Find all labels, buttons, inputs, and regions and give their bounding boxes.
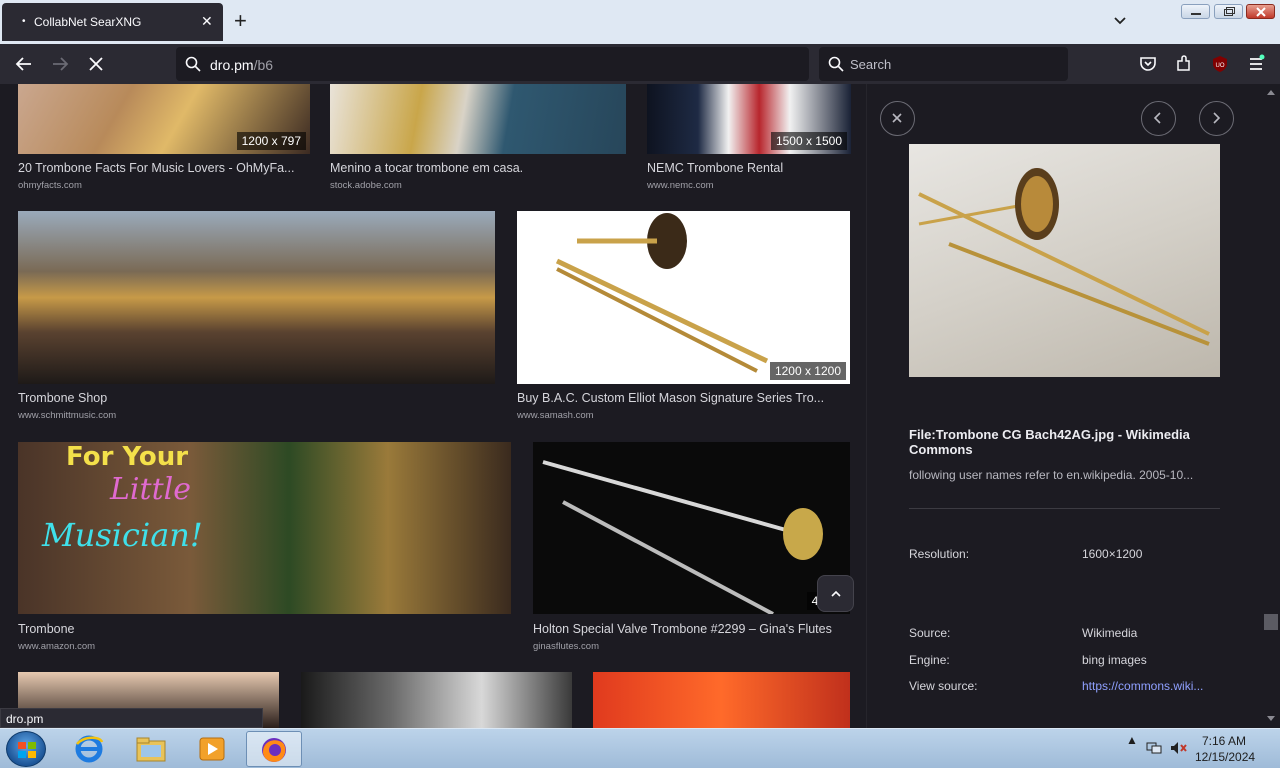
- search-icon: [828, 56, 844, 72]
- address-bar[interactable]: dro.pm/b6: [176, 47, 809, 81]
- search-input[interactable]: Search: [819, 47, 1068, 81]
- trombone-illustration: [918, 168, 1210, 346]
- back-arrow-icon[interactable]: [14, 54, 34, 74]
- taskbar: ▲ 7:16 AM 12/15/2024: [0, 728, 1280, 768]
- view-source-link[interactable]: https://commons.wiki...: [1082, 679, 1203, 693]
- result-thumbnail[interactable]: [301, 672, 572, 728]
- tab-strip: • CollabNet SearXNG ✕ +: [0, 0, 1280, 44]
- windows-logo-icon: [18, 742, 36, 758]
- resolution-badge: 1200 x 797: [236, 132, 306, 150]
- result-source: ohmyfacts.com: [18, 180, 82, 191]
- result-thumbnail[interactable]: 1500 x 1500: [647, 84, 851, 154]
- chevron-right-icon: [1213, 112, 1221, 124]
- view-source-link-wrap: https://commons.wiki...: [1082, 679, 1203, 693]
- source-value: Wikimedia: [1082, 626, 1138, 640]
- new-tab-button[interactable]: +: [234, 9, 247, 33]
- divider: [909, 508, 1220, 509]
- result-thumbnail[interactable]: [18, 211, 495, 384]
- window-close-button[interactable]: [1246, 4, 1275, 19]
- restore-button[interactable]: [1214, 4, 1243, 19]
- stop-loading-icon[interactable]: [86, 54, 106, 74]
- tab-collabnet-searxng[interactable]: • CollabNet SearXNG ✕: [2, 3, 223, 41]
- result-source: www.schmittmusic.com: [18, 410, 117, 421]
- detail-title[interactable]: File:Trombone CG Bach42AG.jpg - Wikimedi…: [909, 427, 1220, 457]
- detail-description: following user names refer to en.wikiped…: [909, 468, 1194, 482]
- source-label: Source:: [909, 626, 951, 640]
- tab-title: CollabNet SearXNG: [34, 15, 142, 29]
- clock-time: 7:16 AM: [1201, 734, 1247, 748]
- search-placeholder: Search: [850, 57, 892, 72]
- result-title[interactable]: Menino a tocar trombone em casa.: [330, 161, 626, 175]
- volume-muted-icon[interactable]: [1170, 741, 1188, 755]
- overlay-line-1: For Your: [66, 442, 189, 472]
- view-source-label: View source:: [909, 679, 978, 693]
- overlay-line-3: Musician!: [42, 516, 203, 554]
- resolution-badge: 1200 x 1200: [769, 362, 846, 380]
- result-thumbnail[interactable]: 1200 x 797: [18, 84, 310, 154]
- app-menu-icon[interactable]: [1246, 54, 1266, 74]
- url-text: dro.pm/b6: [210, 57, 274, 73]
- result-thumbnail[interactable]: For Your Little Musician!: [18, 442, 511, 614]
- back-to-top-button[interactable]: [817, 575, 854, 612]
- overlay-line-2: Little: [110, 472, 191, 507]
- engine-label: Engine:: [909, 653, 950, 667]
- tab-close-icon[interactable]: ✕: [201, 13, 213, 30]
- list-all-tabs-icon[interactable]: [1112, 12, 1128, 28]
- detail-image[interactable]: [909, 144, 1220, 377]
- result-source: ginasflutes.com: [533, 641, 600, 652]
- close-detail-button[interactable]: [880, 101, 915, 136]
- scrollbar-thumb[interactable]: [1264, 614, 1278, 630]
- show-hidden-icons-icon[interactable]: ▲: [1126, 733, 1138, 747]
- link-status-bar: dro.pm: [0, 708, 263, 728]
- loading-dot-icon: •: [22, 16, 26, 27]
- result-source: www.amazon.com: [18, 641, 96, 652]
- firefox-taskbar-icon[interactable]: [246, 731, 302, 767]
- result-thumbnail[interactable]: [593, 672, 850, 728]
- ublock-origin-icon[interactable]: UO: [1210, 54, 1230, 74]
- system-clock[interactable]: 7:16 AM 12/15/2024: [1195, 733, 1256, 765]
- chevron-left-icon: [1153, 112, 1161, 124]
- network-icon[interactable]: [1146, 741, 1162, 755]
- minimize-button[interactable]: [1181, 4, 1210, 19]
- scroll-down-icon[interactable]: [1266, 715, 1276, 723]
- result-thumbnail[interactable]: 1200 x 1200: [517, 211, 850, 384]
- svg-text:UO: UO: [1216, 63, 1225, 69]
- result-title[interactable]: 20 Trombone Facts For Music Lovers - OhM…: [18, 161, 310, 175]
- media-player-taskbar-icon[interactable]: [184, 731, 240, 767]
- result-source: www.samash.com: [517, 410, 594, 421]
- forward-arrow-icon[interactable]: [50, 54, 70, 74]
- result-title[interactable]: Trombone: [18, 622, 511, 636]
- image-detail-panel: File:Trombone CG Bach42AG.jpg - Wikimedi…: [866, 84, 1262, 728]
- next-image-button[interactable]: [1199, 101, 1234, 136]
- resolution-badge: 1500 x 1500: [770, 132, 847, 150]
- internet-explorer-taskbar-icon[interactable]: [62, 731, 118, 767]
- file-explorer-taskbar-icon[interactable]: [123, 731, 179, 767]
- resolution-value: 1600×1200: [1082, 547, 1143, 561]
- close-icon: [892, 113, 902, 123]
- pocket-icon[interactable]: [1138, 54, 1158, 74]
- previous-image-button[interactable]: [1141, 101, 1176, 136]
- result-source: www.nemc.com: [647, 180, 714, 191]
- extensions-icon[interactable]: [1174, 54, 1194, 74]
- result-title[interactable]: Trombone Shop: [18, 391, 495, 405]
- scroll-up-icon[interactable]: [1266, 88, 1276, 96]
- result-title[interactable]: NEMC Trombone Rental: [647, 161, 851, 175]
- image-results-grid: 1200 x 797 20 Trombone Facts For Music L…: [0, 84, 866, 728]
- result-thumbnail[interactable]: 480 x: [533, 442, 850, 614]
- chevron-up-icon: [831, 590, 841, 597]
- result-thumbnail[interactable]: [330, 84, 626, 154]
- search-icon: [185, 56, 201, 72]
- resolution-label: Resolution:: [909, 547, 970, 561]
- page-scrollbar[interactable]: [1262, 84, 1280, 728]
- clock-date: 12/15/2024: [1195, 750, 1256, 764]
- result-source: stock.adobe.com: [330, 180, 402, 191]
- trombone-illustration: [555, 213, 769, 373]
- result-title[interactable]: Buy B.A.C. Custom Elliot Mason Signature…: [517, 391, 847, 405]
- trombone-illustration: [542, 460, 823, 614]
- engine-value: bing images: [1082, 653, 1147, 667]
- start-button[interactable]: [6, 731, 46, 767]
- result-title[interactable]: Holton Special Valve Trombone #2299 – Gi…: [533, 622, 850, 636]
